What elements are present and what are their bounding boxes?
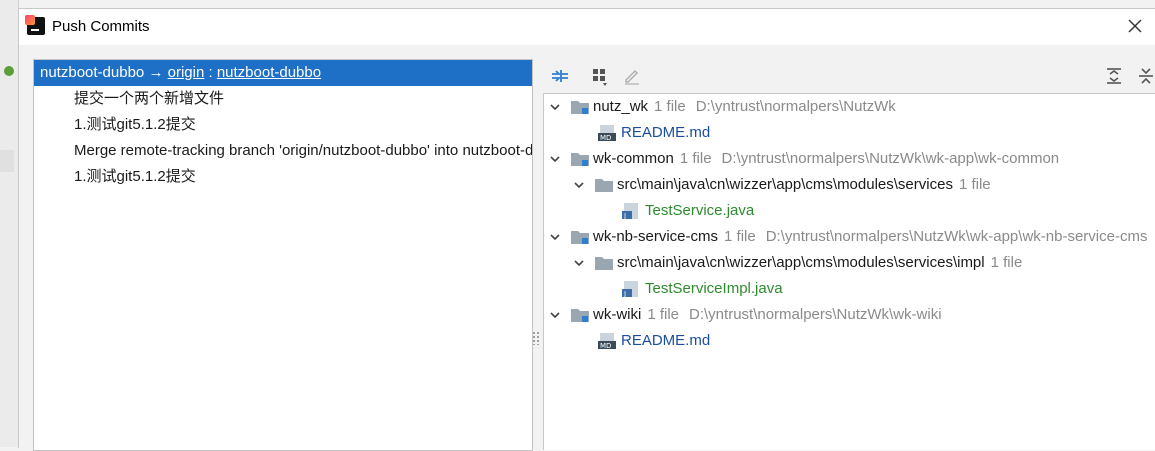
tree-module-row[interactable]: nutz_wk 1 file D:\yntrust\normalpers\Nut… (548, 94, 896, 120)
file-count: 1 file (990, 254, 1023, 271)
module-path: D:\yntrust\normalpers\NutzWk\wk-app\wk-c… (721, 150, 1060, 167)
title-bar: Push Commits (19, 9, 1155, 45)
branch-header-row[interactable]: nutzboot-dubbo → origin : nutzboot-dubbo (34, 60, 532, 86)
close-icon[interactable] (1124, 15, 1146, 37)
chevron-down-icon[interactable] (548, 152, 562, 166)
module-name: wk-common (593, 150, 674, 167)
module-path: D:\yntrust\normalpers\NutzWk\wk-wiki (689, 306, 942, 323)
svg-text:MD: MD (600, 134, 611, 142)
svg-text:J: J (623, 212, 626, 220)
commit-item[interactable]: Merge remote-tracking branch 'origin/nut… (34, 138, 532, 164)
panel-splitter[interactable] (532, 331, 540, 345)
status-dot-icon (4, 66, 14, 76)
module-folder-icon (571, 153, 589, 166)
folder-icon (595, 179, 613, 192)
java-file-icon: J (622, 281, 638, 298)
tree-module-row[interactable]: wk-wiki 1 file D:\yntrust\normalpers\Nut… (548, 302, 942, 328)
changes-panel: nutz_wk 1 file D:\yntrust\normalpers\Nut… (541, 59, 1155, 450)
markdown-file-icon: MD (598, 125, 616, 142)
arrow-text: → (148, 64, 164, 81)
file-count: 1 file (654, 98, 686, 115)
chevron-down-icon[interactable] (548, 308, 562, 322)
chevron-down-icon[interactable] (572, 178, 586, 192)
collapse-all-icon[interactable] (1135, 65, 1155, 87)
chevron-down-icon[interactable] (572, 256, 586, 270)
push-commits-dialog: Push Commits nutzboot-dubbo → origin : n… (18, 8, 1155, 451)
java-file-icon: J (622, 203, 638, 220)
changes-tree: nutz_wk 1 file D:\yntrust\normalpers\Nut… (543, 93, 1155, 450)
module-folder-icon (571, 231, 589, 244)
file-count: 1 file (647, 306, 680, 323)
remote-branch-link[interactable]: nutzboot-dubbo (217, 64, 321, 81)
tree-module-row[interactable]: wk-common 1 file D:\yntrust\normalpers\N… (548, 146, 1059, 172)
tree-file-row[interactable]: MD README.md (598, 328, 710, 354)
local-branch: nutzboot-dubbo (40, 64, 145, 81)
branch-separator: : (208, 64, 213, 81)
directory-name: src\main\java\cn\wizzer\app\cms\modules\… (617, 176, 953, 193)
tree-directory-row[interactable]: src\main\java\cn\wizzer\app\cms\modules\… (572, 250, 1022, 276)
gutter-marker (0, 150, 14, 172)
expand-all-icon[interactable] (1103, 65, 1125, 87)
folder-icon (595, 257, 613, 270)
commit-item[interactable]: 1.测试git5.1.2提交 (34, 112, 532, 138)
remote-link[interactable]: origin (168, 64, 205, 81)
commit-item[interactable]: 1.测试git5.1.2提交 (34, 164, 532, 190)
file-name: TestServiceImpl.java (645, 280, 783, 297)
module-name: wk-wiki (593, 306, 642, 323)
svg-text:MD: MD (600, 342, 611, 350)
edit-icon[interactable] (621, 65, 643, 87)
file-count: 1 file (958, 176, 991, 193)
module-folder-icon (571, 101, 589, 114)
commit-item[interactable]: 提交一个两个新增文件 (34, 86, 532, 112)
file-name: TestService.java (645, 202, 755, 219)
group-by-icon[interactable] (589, 65, 611, 87)
file-name: README.md (621, 332, 711, 349)
module-folder-icon (571, 309, 589, 322)
chevron-down-icon[interactable] (548, 100, 562, 114)
editor-gutter (0, 0, 19, 447)
tree-directory-row[interactable]: src\main\java\cn\wizzer\app\cms\modules\… (572, 172, 991, 198)
commit-list: nutzboot-dubbo → origin : nutzboot-dubbo… (33, 59, 533, 451)
chevron-down-icon[interactable] (548, 230, 562, 244)
markdown-file-icon: MD (598, 333, 616, 350)
tree-file-row[interactable]: J TestServiceImpl.java (622, 276, 783, 302)
compare-icon[interactable] (549, 65, 571, 87)
tree-module-row[interactable]: wk-nb-service-cms 1 file D:\yntrust\norm… (548, 224, 1147, 250)
module-name: nutz_wk (593, 98, 649, 115)
tree-file-row[interactable]: J TestService.java (622, 198, 754, 224)
file-count: 1 file (679, 150, 712, 167)
tree-file-row[interactable]: MD README.md (598, 120, 710, 146)
module-name: wk-nb-service-cms (593, 228, 719, 245)
directory-name: src\main\java\cn\wizzer\app\cms\modules\… (617, 254, 985, 271)
file-name: README.md (621, 124, 711, 141)
file-count: 1 file (724, 228, 756, 245)
svg-text:J: J (623, 290, 626, 298)
module-path: D:\yntrust\normalpers\NutzWk (695, 98, 896, 115)
intellij-logo-icon (25, 15, 45, 35)
dialog-title: Push Commits (52, 18, 150, 35)
module-path: D:\yntrust\normalpers\NutzWk\wk-app\wk-n… (765, 228, 1148, 245)
